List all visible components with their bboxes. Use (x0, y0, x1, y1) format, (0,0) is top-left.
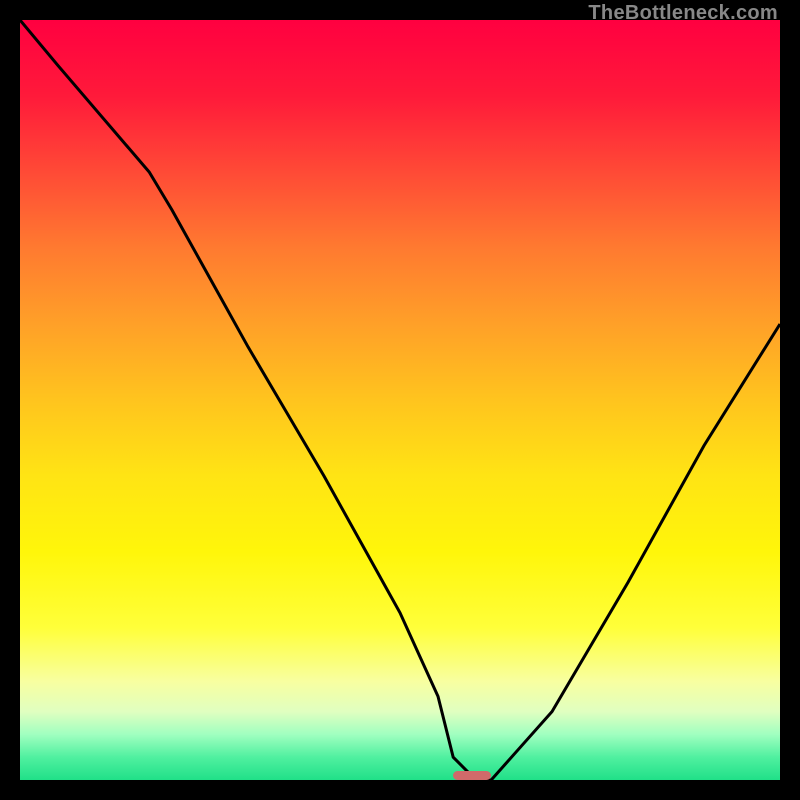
curve-svg (20, 20, 780, 780)
plot-area (20, 20, 780, 780)
optimal-marker (453, 771, 491, 780)
bottleneck-curve-path (20, 20, 780, 780)
chart-frame: TheBottleneck.com (0, 0, 800, 800)
